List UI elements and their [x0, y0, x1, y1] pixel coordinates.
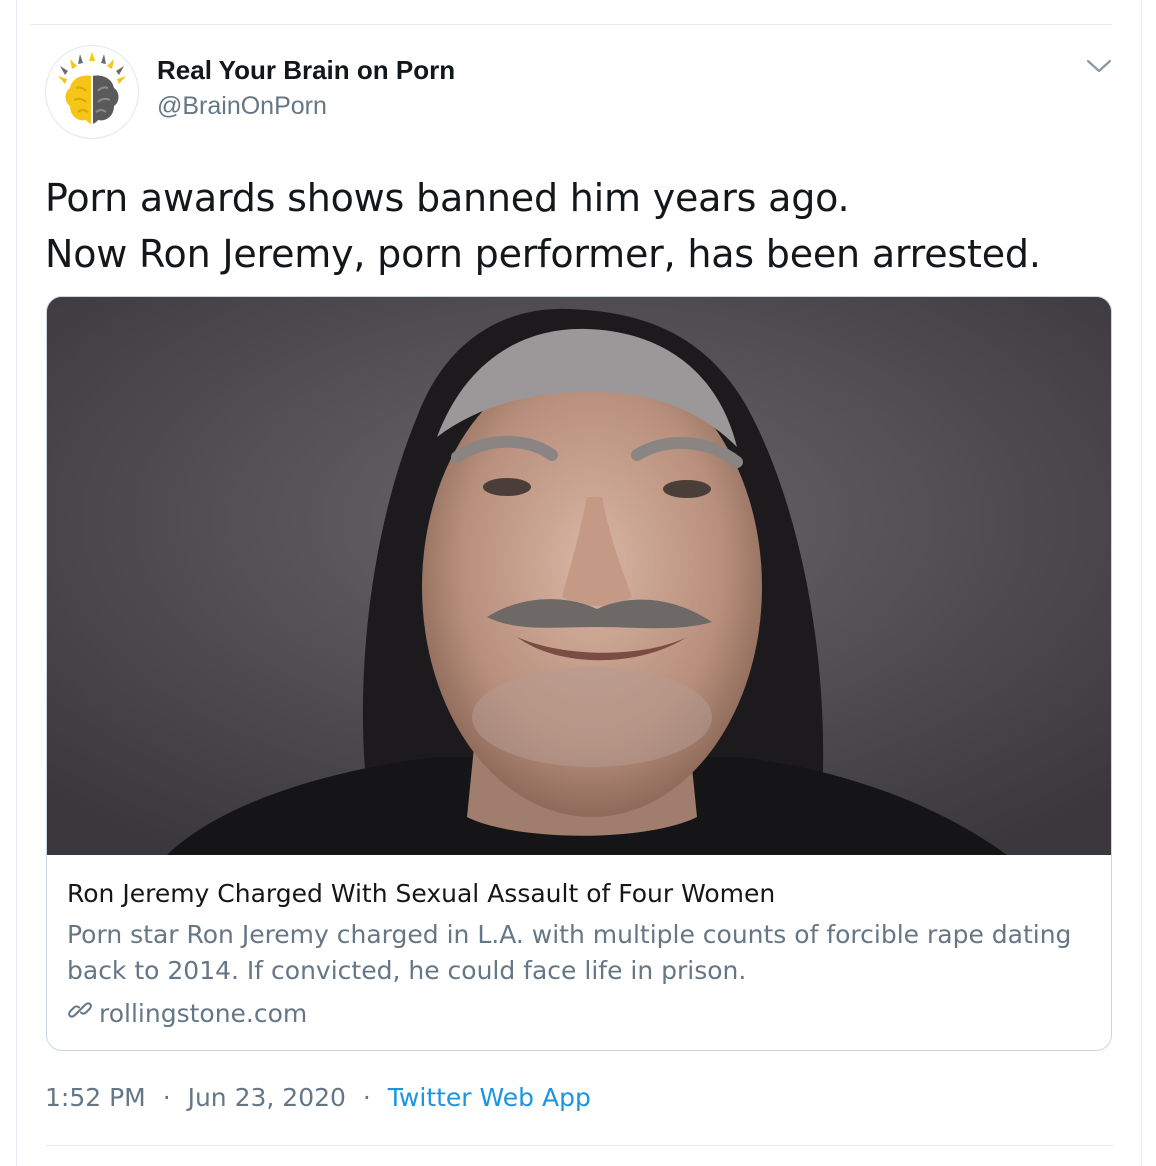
top-divider	[30, 24, 1112, 25]
link-preview-card[interactable]: Ron Jeremy Charged With Sexual Assault o…	[46, 296, 1112, 1051]
tweet-source-link[interactable]: Twitter Web App	[388, 1083, 591, 1112]
card-description-line: Porn star Ron Jeremy charged in L.A. wit…	[67, 920, 1072, 949]
card-domain-text: rollingstone.com	[99, 998, 308, 1028]
chevron-down-icon	[1086, 59, 1112, 73]
card-description-line: back to 2014. If convicted, he could fac…	[67, 956, 747, 985]
tweet-meta: 1:52 PM · Jun 23, 2020 · Twitter Web App	[45, 1083, 591, 1112]
tweet-text-line: Porn awards shows banned him years ago.	[45, 176, 850, 220]
tweet-date[interactable]: Jun 23, 2020	[188, 1083, 346, 1112]
meta-separator: ·	[162, 1083, 171, 1112]
brain-logo-icon	[58, 52, 126, 124]
more-options-button[interactable]	[1084, 54, 1114, 78]
user-handle[interactable]: @BrainOnPorn	[157, 92, 327, 121]
card-title: Ron Jeremy Charged With Sexual Assault o…	[67, 879, 776, 908]
article-photo	[47, 297, 1111, 855]
card-description: Porn star Ron Jeremy charged in L.A. wit…	[67, 917, 1087, 989]
tweet-text-line: Now Ron Jeremy, porn performer, has been…	[45, 232, 1041, 276]
display-name[interactable]: Real Your Brain on Porn	[157, 55, 455, 86]
bottom-divider	[45, 1145, 1113, 1146]
tweet-text: Porn awards shows banned him years ago. …	[45, 170, 1125, 282]
card-domain[interactable]: rollingstone.com	[67, 997, 307, 1029]
tweet-time[interactable]: 1:52 PM	[45, 1083, 146, 1112]
meta-separator: ·	[362, 1083, 371, 1112]
link-icon	[67, 997, 93, 1029]
profile-avatar[interactable]	[45, 45, 139, 139]
article-photo-graphic	[47, 297, 1111, 855]
